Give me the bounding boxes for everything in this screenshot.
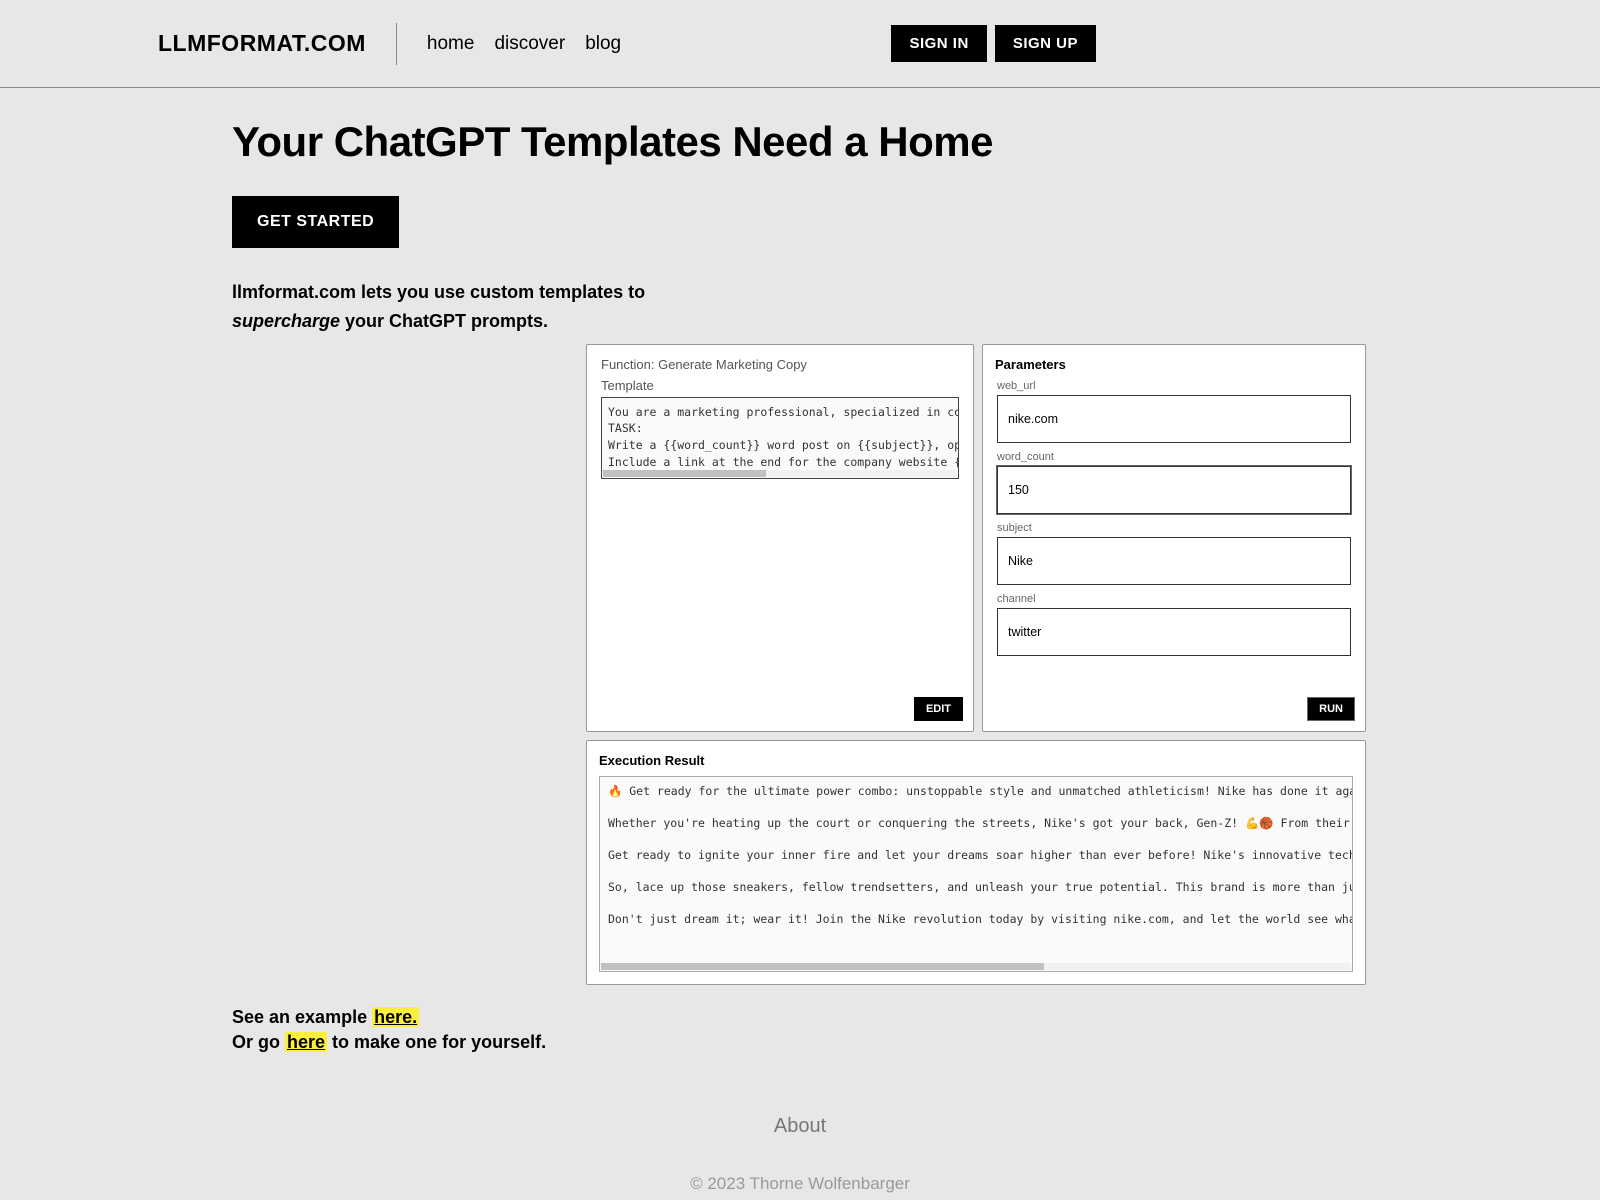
- tagline-emphasis: supercharge: [232, 311, 340, 331]
- create-link[interactable]: here: [285, 1032, 327, 1052]
- template-textarea[interactable]: You are a marketing professional, specia…: [601, 397, 959, 479]
- template-scrollbar[interactable]: [603, 470, 957, 477]
- page-headline: Your ChatGPT Templates Need a Home: [232, 118, 1368, 166]
- param-web-url-label: web_url: [997, 380, 1351, 392]
- footer-copyright: © 2023 Thorne Wolfenbarger: [232, 1174, 1368, 1194]
- result-scrollbar[interactable]: [601, 963, 1351, 970]
- edit-button[interactable]: EDIT: [914, 697, 963, 721]
- template-text: You are a marketing professional, specia…: [608, 405, 959, 469]
- nav-home[interactable]: home: [427, 33, 475, 55]
- main-nav: home discover blog: [427, 33, 621, 55]
- param-subject-label: subject: [997, 522, 1351, 534]
- result-scrollbar-thumb[interactable]: [601, 963, 1044, 970]
- tagline-suffix: your ChatGPT prompts.: [340, 311, 548, 331]
- tagline-prefix: llmformat.com lets you use custom templa…: [232, 282, 645, 302]
- main-content: Your ChatGPT Templates Need a Home GET S…: [0, 88, 1600, 1194]
- param-web-url-group: web_url: [995, 380, 1353, 443]
- param-word-count-label: word_count: [997, 451, 1351, 463]
- or-go-suffix: to make one for yourself.: [332, 1032, 546, 1052]
- parameters-title: Parameters: [995, 357, 1353, 372]
- tagline: llmformat.com lets you use custom templa…: [232, 278, 752, 336]
- see-example-text: See an example: [232, 1007, 372, 1027]
- nav-blog[interactable]: blog: [585, 33, 621, 55]
- site-logo[interactable]: LLMFORMAT.COM: [158, 30, 366, 57]
- param-subject-input[interactable]: [997, 537, 1351, 585]
- parameters-panel: Parameters web_url word_count subject ch…: [982, 344, 1366, 732]
- param-channel-label: channel: [997, 593, 1351, 605]
- bottom-links: See an example here. Or go here to make …: [232, 1005, 1368, 1055]
- result-panel: Execution Result 🔥 Get ready for the ult…: [586, 740, 1366, 985]
- get-started-button[interactable]: GET STARTED: [232, 196, 399, 248]
- template-scrollbar-thumb[interactable]: [603, 470, 766, 477]
- param-subject-group: subject: [995, 522, 1353, 585]
- result-title: Execution Result: [599, 753, 1353, 768]
- header-divider: [396, 23, 397, 65]
- param-web-url-input[interactable]: [997, 395, 1351, 443]
- result-text: 🔥 Get ready for the ultimate power combo…: [608, 784, 1353, 927]
- or-go-line: Or go here to make one for yourself.: [232, 1030, 1368, 1055]
- template-label: Template: [601, 378, 959, 393]
- run-button[interactable]: RUN: [1307, 697, 1355, 721]
- result-textarea[interactable]: 🔥 Get ready for the ultimate power combo…: [599, 776, 1353, 972]
- param-word-count-group: word_count: [995, 451, 1353, 514]
- demo-container: Function: Generate Marketing Copy Templa…: [586, 344, 1366, 985]
- demo-top-row: Function: Generate Marketing Copy Templa…: [586, 344, 1366, 732]
- or-go-text: Or go: [232, 1032, 285, 1052]
- footer: About © 2023 Thorne Wolfenbarger: [232, 1115, 1368, 1194]
- signin-button[interactable]: SIGN IN: [891, 25, 986, 62]
- function-panel: Function: Generate Marketing Copy Templa…: [586, 344, 974, 732]
- example-link[interactable]: here.: [372, 1007, 419, 1027]
- function-title: Function: Generate Marketing Copy: [601, 357, 959, 372]
- signup-button[interactable]: SIGN UP: [995, 25, 1096, 62]
- param-channel-input[interactable]: [997, 608, 1351, 656]
- nav-discover[interactable]: discover: [494, 33, 565, 55]
- auth-buttons: SIGN IN SIGN UP: [891, 25, 1096, 62]
- see-example-line: See an example here.: [232, 1005, 1368, 1030]
- header: LLMFORMAT.COM home discover blog SIGN IN…: [0, 0, 1600, 88]
- param-channel-group: channel: [995, 593, 1353, 656]
- footer-about-link[interactable]: About: [232, 1115, 1368, 1138]
- param-word-count-input[interactable]: [997, 466, 1351, 514]
